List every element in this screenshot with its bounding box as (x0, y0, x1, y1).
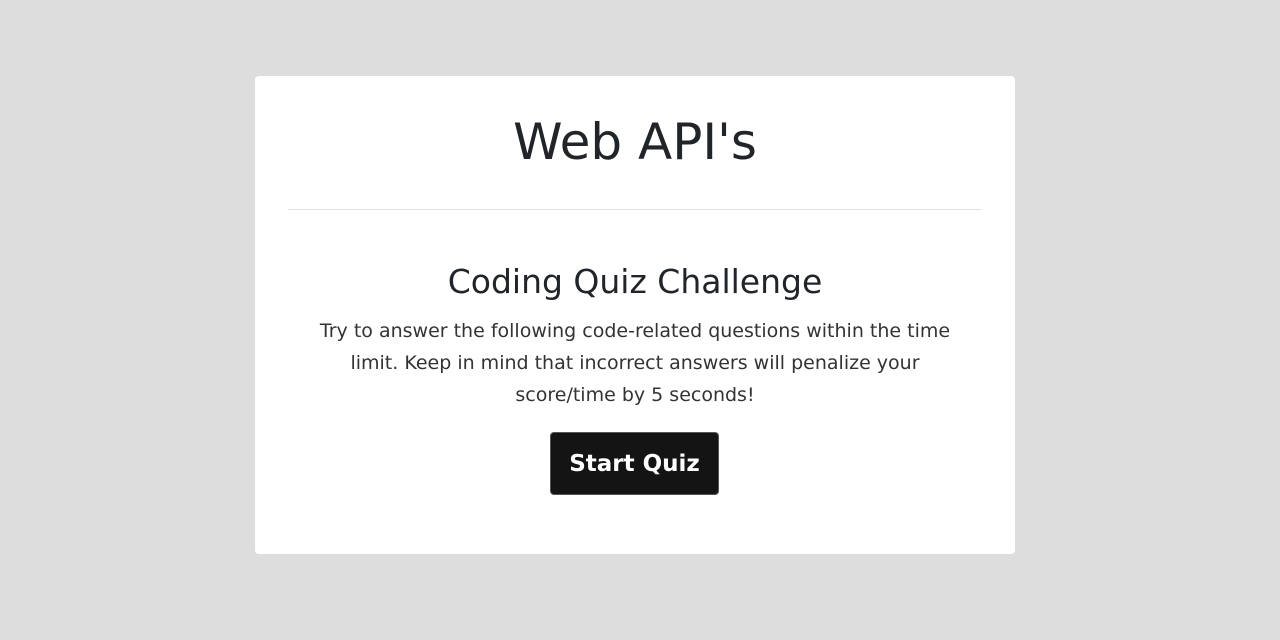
quiz-description: Try to answer the following code-related… (319, 320, 951, 406)
page-title: Web API's (513, 113, 757, 171)
quiz-card: Web API's Coding Quiz Challenge Try to a… (255, 76, 1015, 554)
divider (288, 209, 982, 210)
quiz-heading: Coding Quiz Challenge (447, 262, 823, 301)
start-quiz-button[interactable]: Start Quiz (550, 432, 719, 495)
